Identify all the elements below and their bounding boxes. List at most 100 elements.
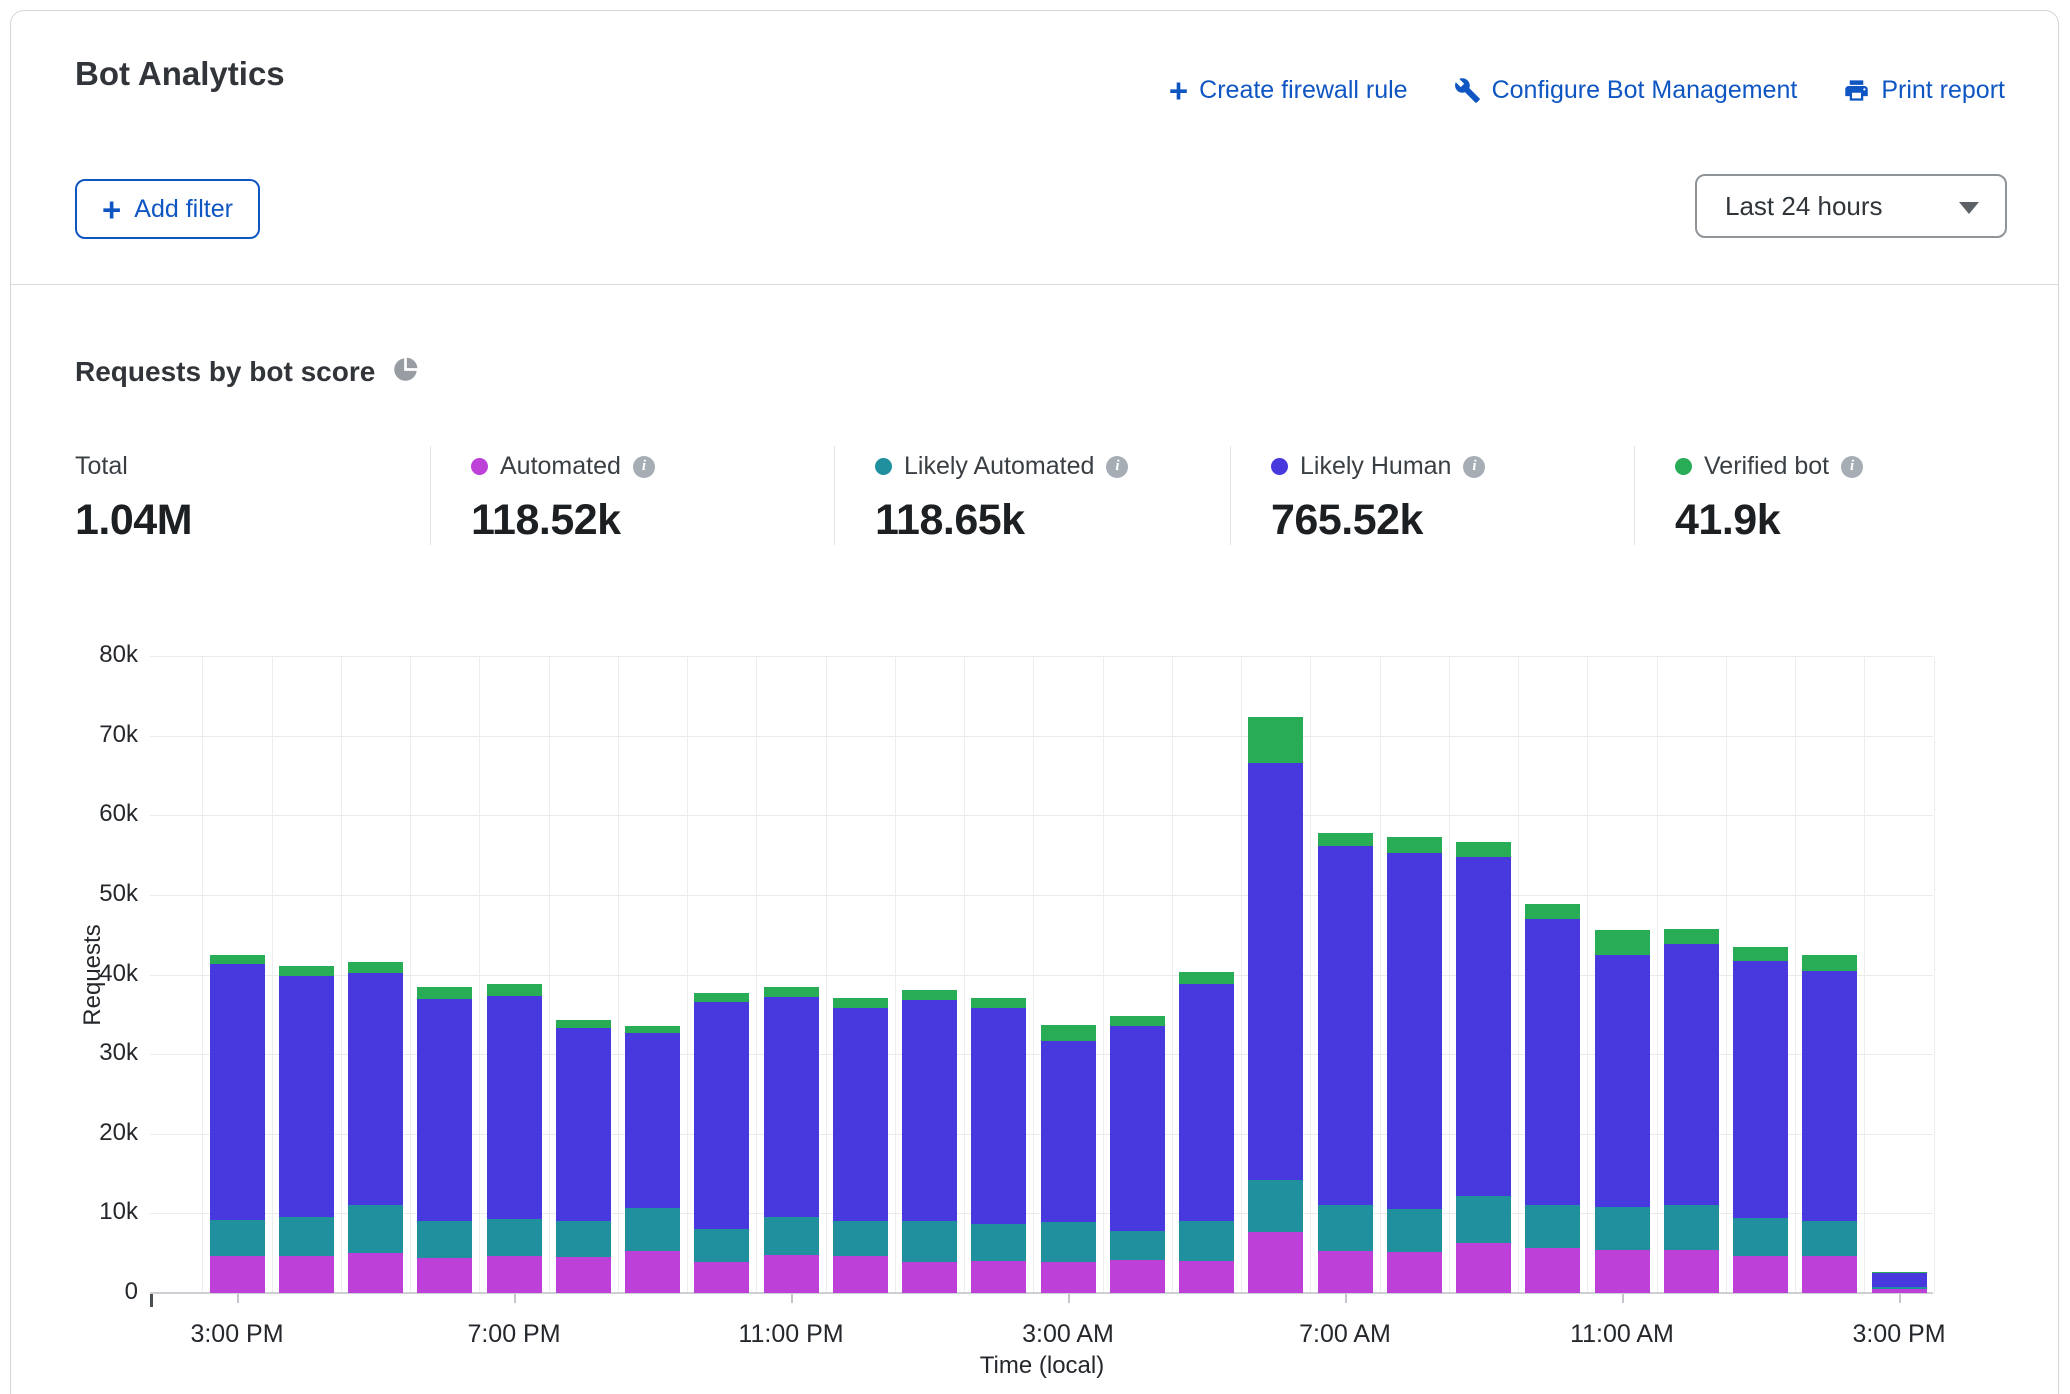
bar-segment-likely-automated[interactable] bbox=[694, 1229, 749, 1262]
bar-segment-likely-automated[interactable] bbox=[833, 1221, 888, 1256]
bar-segment-likely-automated[interactable] bbox=[487, 1219, 542, 1256]
bar-segment-likely-automated[interactable] bbox=[279, 1217, 334, 1256]
bar-segment-verified-bot[interactable] bbox=[1802, 955, 1857, 971]
bar-segment-likely-automated[interactable] bbox=[210, 1220, 265, 1256]
bar-segment-likely-human[interactable] bbox=[971, 1008, 1026, 1224]
bar-segment-verified-bot[interactable] bbox=[1456, 842, 1511, 857]
bar-segment-verified-bot[interactable] bbox=[279, 966, 334, 976]
bar-segment-verified-bot[interactable] bbox=[1525, 904, 1580, 919]
bar-segment-likely-automated[interactable] bbox=[1387, 1209, 1442, 1252]
bar-segment-automated[interactable] bbox=[348, 1253, 403, 1293]
bar-segment-likely-automated[interactable] bbox=[1041, 1222, 1096, 1262]
bar-segment-likely-human[interactable] bbox=[1041, 1041, 1096, 1222]
bar-segment-verified-bot[interactable] bbox=[625, 1026, 680, 1033]
bar-segment-automated[interactable] bbox=[1041, 1262, 1096, 1293]
bar-segment-verified-bot[interactable] bbox=[1664, 929, 1719, 944]
bar-segment-likely-human[interactable] bbox=[1872, 1273, 1927, 1287]
bar-segment-automated[interactable] bbox=[1318, 1251, 1373, 1293]
bar-segment-automated[interactable] bbox=[902, 1262, 957, 1293]
bar-segment-likely-human[interactable] bbox=[417, 999, 472, 1221]
bar-segment-likely-human[interactable] bbox=[279, 976, 334, 1217]
bar-segment-verified-bot[interactable] bbox=[694, 993, 749, 1002]
bar-segment-likely-human[interactable] bbox=[1525, 919, 1580, 1205]
bar-segment-verified-bot[interactable] bbox=[487, 984, 542, 996]
bar-segment-likely-human[interactable] bbox=[764, 997, 819, 1217]
bar-segment-automated[interactable] bbox=[1802, 1256, 1857, 1293]
bar-segment-likely-automated[interactable] bbox=[1733, 1218, 1788, 1256]
bar-segment-likely-human[interactable] bbox=[694, 1002, 749, 1229]
bar-segment-automated[interactable] bbox=[556, 1257, 611, 1293]
bar-segment-automated[interactable] bbox=[1595, 1250, 1650, 1293]
bar-segment-likely-automated[interactable] bbox=[1595, 1207, 1650, 1250]
bar-segment-likely-automated[interactable] bbox=[764, 1217, 819, 1255]
bar-segment-automated[interactable] bbox=[1456, 1243, 1511, 1293]
bar-segment-verified-bot[interactable] bbox=[210, 955, 265, 964]
bar-segment-likely-automated[interactable] bbox=[417, 1221, 472, 1258]
bar-segment-likely-automated[interactable] bbox=[1179, 1221, 1234, 1261]
bar-segment-automated[interactable] bbox=[1872, 1289, 1927, 1293]
bar-segment-automated[interactable] bbox=[210, 1256, 265, 1293]
bar-segment-verified-bot[interactable] bbox=[556, 1020, 611, 1028]
bar-segment-verified-bot[interactable] bbox=[902, 990, 957, 1000]
bar-segment-automated[interactable] bbox=[1733, 1256, 1788, 1293]
bar-segment-likely-automated[interactable] bbox=[348, 1205, 403, 1253]
bar-segment-likely-automated[interactable] bbox=[1802, 1221, 1857, 1256]
bar-segment-likely-human[interactable] bbox=[348, 973, 403, 1205]
bar-segment-automated[interactable] bbox=[625, 1251, 680, 1293]
bar-segment-automated[interactable] bbox=[1664, 1250, 1719, 1293]
bar-segment-verified-bot[interactable] bbox=[764, 987, 819, 997]
bar-segment-verified-bot[interactable] bbox=[1872, 1272, 1927, 1273]
bar-segment-likely-automated[interactable] bbox=[1456, 1196, 1511, 1243]
bar-segment-likely-human[interactable] bbox=[1595, 955, 1650, 1207]
bar-segment-automated[interactable] bbox=[487, 1256, 542, 1293]
bar-segment-automated[interactable] bbox=[1525, 1248, 1580, 1293]
bar-segment-likely-automated[interactable] bbox=[902, 1221, 957, 1262]
bar-segment-likely-automated[interactable] bbox=[1872, 1287, 1927, 1289]
bar-segment-verified-bot[interactable] bbox=[348, 962, 403, 973]
bar-segment-likely-automated[interactable] bbox=[625, 1208, 680, 1251]
bar-segment-automated[interactable] bbox=[833, 1256, 888, 1293]
bar-segment-likely-human[interactable] bbox=[1456, 857, 1511, 1196]
bar-segment-likely-human[interactable] bbox=[833, 1008, 888, 1221]
bar-segment-automated[interactable] bbox=[971, 1261, 1026, 1293]
bar-segment-likely-human[interactable] bbox=[1802, 971, 1857, 1221]
bar-segment-likely-human[interactable] bbox=[1733, 961, 1788, 1218]
bar-segment-verified-bot[interactable] bbox=[971, 998, 1026, 1008]
bar-segment-verified-bot[interactable] bbox=[1387, 837, 1442, 853]
bar-segment-likely-human[interactable] bbox=[1318, 846, 1373, 1205]
bar-segment-likely-human[interactable] bbox=[556, 1028, 611, 1221]
bar-segment-automated[interactable] bbox=[764, 1255, 819, 1293]
bar-segment-verified-bot[interactable] bbox=[833, 998, 888, 1008]
bar-segment-automated[interactable] bbox=[1110, 1260, 1165, 1293]
bar-segment-likely-automated[interactable] bbox=[556, 1221, 611, 1257]
bar-segment-likely-automated[interactable] bbox=[1248, 1180, 1303, 1232]
bar-segment-likely-human[interactable] bbox=[210, 964, 265, 1220]
bar-segment-likely-automated[interactable] bbox=[971, 1224, 1026, 1261]
bar-segment-verified-bot[interactable] bbox=[1248, 717, 1303, 763]
bar-segment-automated[interactable] bbox=[694, 1262, 749, 1293]
bar-segment-likely-human[interactable] bbox=[487, 996, 542, 1219]
bar-segment-likely-automated[interactable] bbox=[1318, 1205, 1373, 1251]
bar-segment-automated[interactable] bbox=[1248, 1232, 1303, 1293]
bar-segment-likely-automated[interactable] bbox=[1525, 1205, 1580, 1248]
bar-segment-likely-human[interactable] bbox=[1179, 984, 1234, 1221]
bar-segment-likely-human[interactable] bbox=[1110, 1026, 1165, 1231]
bar-segment-verified-bot[interactable] bbox=[1318, 833, 1373, 846]
bar-segment-verified-bot[interactable] bbox=[1595, 930, 1650, 955]
bar-segment-likely-human[interactable] bbox=[1664, 944, 1719, 1205]
bar-segment-verified-bot[interactable] bbox=[417, 987, 472, 999]
bar-segment-likely-human[interactable] bbox=[1248, 763, 1303, 1180]
bar-segment-automated[interactable] bbox=[417, 1258, 472, 1293]
bar-segment-verified-bot[interactable] bbox=[1041, 1025, 1096, 1041]
bar-segment-likely-automated[interactable] bbox=[1110, 1231, 1165, 1260]
bar-segment-verified-bot[interactable] bbox=[1733, 947, 1788, 961]
bar-segment-verified-bot[interactable] bbox=[1179, 972, 1234, 984]
bar-segment-likely-human[interactable] bbox=[625, 1033, 680, 1208]
bar-segment-likely-human[interactable] bbox=[902, 1000, 957, 1221]
bar-segment-likely-human[interactable] bbox=[1387, 853, 1442, 1209]
bar-segment-automated[interactable] bbox=[279, 1256, 334, 1293]
bar-segment-automated[interactable] bbox=[1179, 1261, 1234, 1293]
bar-segment-verified-bot[interactable] bbox=[1110, 1016, 1165, 1026]
bar-segment-likely-automated[interactable] bbox=[1664, 1205, 1719, 1250]
bar-segment-automated[interactable] bbox=[1387, 1252, 1442, 1293]
